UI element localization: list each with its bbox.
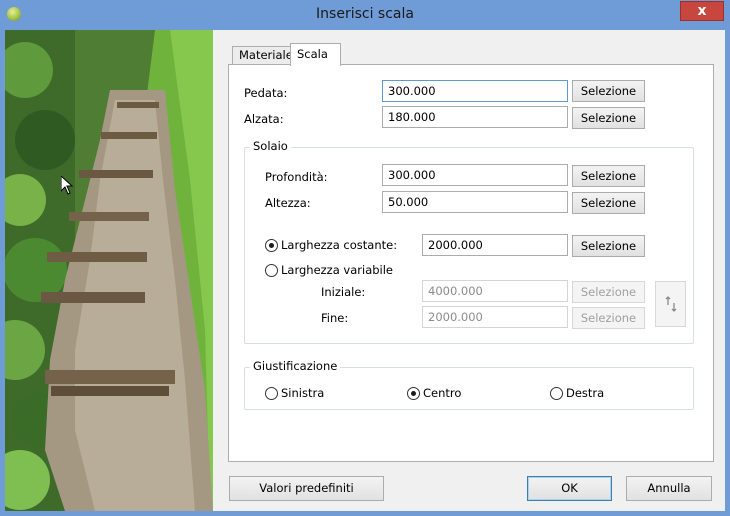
default-values-button[interactable]: Valori predefiniti xyxy=(229,476,384,501)
solaio-group: Solaio Profondità: 300.000 Selezione Alt… xyxy=(244,139,694,344)
giustificazione-group: Giustificazione Sinistra Centro Destra xyxy=(244,359,694,410)
altezza-select-button[interactable]: Selezione xyxy=(572,192,645,214)
larghezza-costante-label: Larghezza costante: xyxy=(281,238,398,252)
ok-button[interactable]: OK xyxy=(527,476,612,501)
cancel-button[interactable]: Annulla xyxy=(626,476,712,501)
swap-arrows-icon xyxy=(665,296,676,312)
pedata-label: Pedata: xyxy=(244,86,288,100)
destra-radio[interactable] xyxy=(550,387,563,400)
larghezza-costante-field[interactable]: 2000.000 xyxy=(422,234,568,256)
pedata-field[interactable]: 300.000 xyxy=(382,80,568,102)
destra-label: Destra xyxy=(566,386,605,400)
centro-radio[interactable] xyxy=(407,387,420,400)
fine-field[interactable]: 2000.000 xyxy=(422,306,568,328)
solaio-legend: Solaio xyxy=(250,139,291,153)
profondita-label: Profondità: xyxy=(265,170,328,184)
altezza-field[interactable]: 50.000 xyxy=(382,191,568,213)
alzata-field[interactable]: 180.000 xyxy=(382,106,568,128)
profondita-select-button[interactable]: Selezione xyxy=(572,165,645,187)
fine-label: Fine: xyxy=(321,311,349,325)
dialog-client-area: Materiale Scala Pedata: 300.000 Selezion… xyxy=(5,30,725,511)
close-button[interactable]: x xyxy=(680,1,724,21)
alzata-label: Alzata: xyxy=(244,112,284,126)
giustificazione-legend: Giustificazione xyxy=(250,359,341,373)
profondita-field[interactable]: 300.000 xyxy=(382,164,568,186)
tab-materiale[interactable]: Materiale xyxy=(232,46,293,65)
tab-scala[interactable]: Scala xyxy=(290,43,341,66)
window-title: Inserisci scala xyxy=(316,6,414,22)
larghezza-costante-select-button[interactable]: Selezione xyxy=(572,235,645,257)
iniziale-field[interactable]: 4000.000 xyxy=(422,280,568,302)
pedata-select-button[interactable]: Selezione xyxy=(572,80,645,102)
close-icon: x xyxy=(697,3,707,19)
fine-select-button[interactable]: Selezione xyxy=(572,307,645,329)
centro-label: Centro xyxy=(423,386,462,400)
larghezza-variabile-label: Larghezza variabile xyxy=(281,263,394,277)
swap-width-button[interactable] xyxy=(655,281,686,327)
staircase-preview-image xyxy=(5,30,213,511)
larghezza-variabile-radio[interactable] xyxy=(265,264,278,277)
alzata-select-button[interactable]: Selezione xyxy=(572,107,645,129)
iniziale-label: Iniziale: xyxy=(321,285,366,299)
iniziale-select-button[interactable]: Selezione xyxy=(572,281,645,303)
sinistra-radio[interactable] xyxy=(265,387,278,400)
altezza-label: Altezza: xyxy=(265,196,311,210)
title-bar[interactable]: Inserisci scala x xyxy=(0,0,730,30)
sinistra-label: Sinistra xyxy=(281,386,325,400)
mouse-cursor-icon xyxy=(61,176,73,195)
dialog-window: Inserisci scala x Materiale Scala Pedata… xyxy=(0,0,730,516)
larghezza-costante-radio[interactable] xyxy=(265,239,278,252)
tab-panel-scala: Pedata: 300.000 Selezione Alzata: 180.00… xyxy=(228,64,714,462)
